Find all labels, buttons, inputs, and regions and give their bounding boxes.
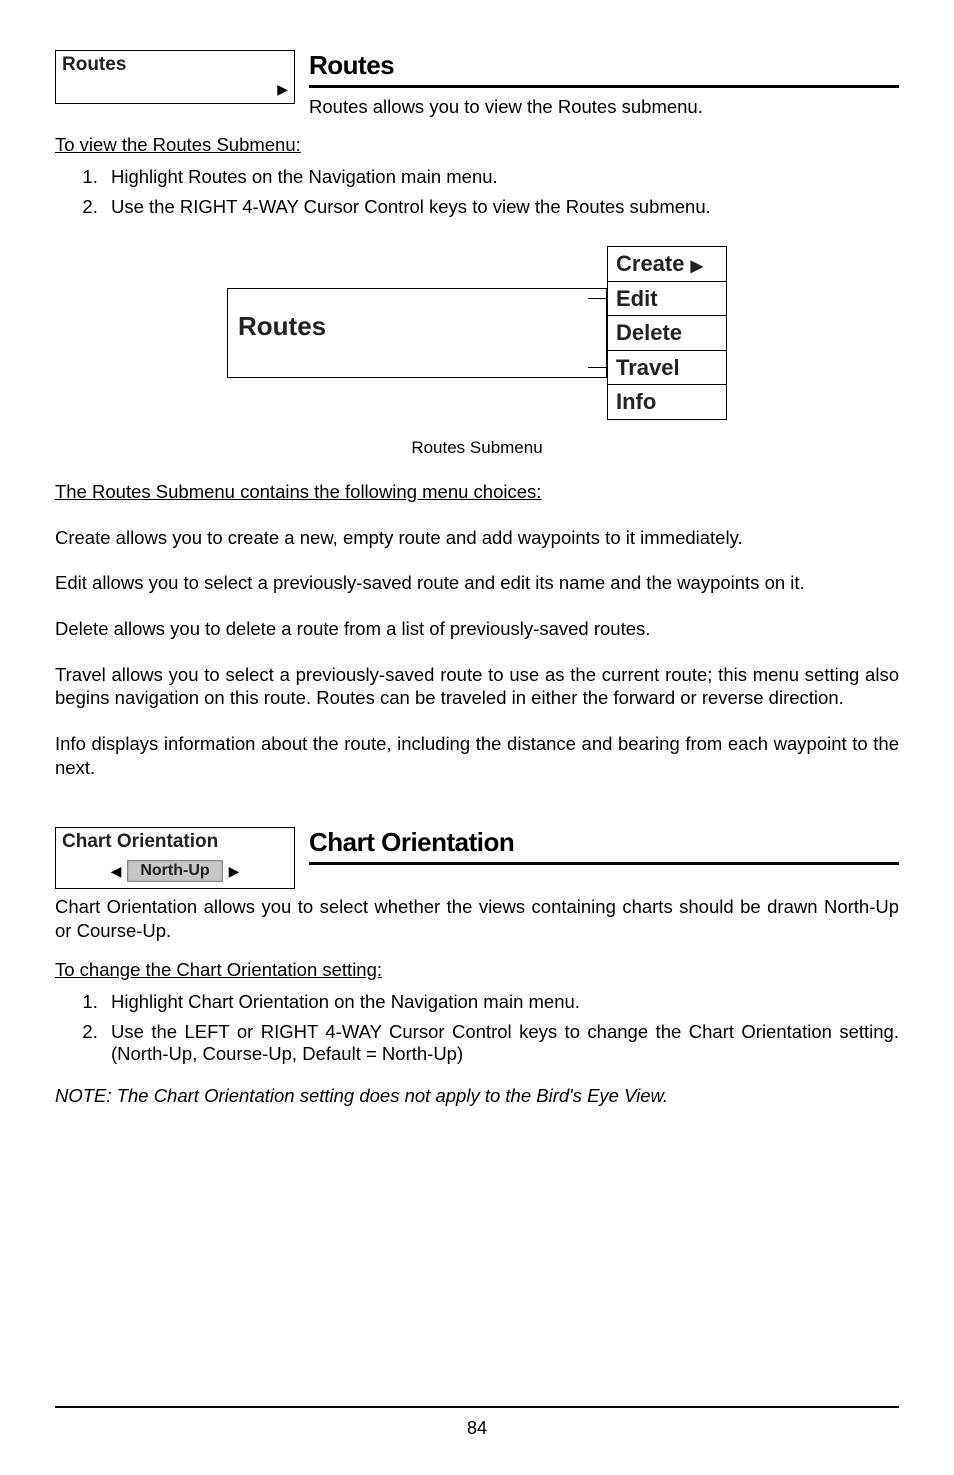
routes-delete-rest: allows you to delete a route from a list… (108, 618, 650, 639)
routes-intro: Routes allows you to view the Routes sub… (309, 96, 899, 118)
routes-title-block: Routes Routes allows you to view the Rou… (309, 50, 899, 118)
chevron-right-icon: ▶ (691, 258, 703, 275)
routes-edit-para: Edit allows you to select a previously-s… (55, 571, 899, 595)
chart-steps-heading: To change the Chart Orientation setting: (55, 959, 899, 981)
chart-note-bold: NOTE: (55, 1085, 112, 1106)
routes-step-1: Highlight Routes on the Navigation main … (103, 162, 899, 192)
routes-submenu-figure: Routes Create ▶ Edit Delete Travel Info (55, 246, 899, 420)
routes-create-rest: allows you to create a new, empty route … (111, 527, 743, 548)
chart-intro: Chart Orientation allows you to select w… (55, 895, 899, 942)
routes-info-rest: displays information about the route, in… (55, 733, 899, 778)
page-number: 84 (467, 1418, 487, 1438)
submenu-item-edit-label: Edit (616, 286, 658, 311)
routes-travel-rest: allows you to select a previously-saved … (55, 664, 899, 709)
routes-edit-bold: Edit (55, 572, 87, 593)
submenu-item-travel: Travel (607, 350, 727, 386)
chevron-right-icon: ▶ (229, 863, 240, 880)
routes-title: Routes (309, 50, 899, 88)
routes-big-box: Routes (227, 288, 607, 378)
chart-value-row: ◀ North-Up ▶ (56, 856, 294, 888)
chart-title-block: Chart Orientation (309, 827, 899, 873)
chart-menu-label: Chart Orientation (56, 828, 294, 856)
submenu-item-info: Info (607, 384, 727, 420)
routes-delete-para: Delete allows you to delete a route from… (55, 617, 899, 641)
submenu-item-edit: Edit (607, 281, 727, 317)
routes-menu-expand-arrow-row: ▶ (56, 79, 294, 103)
chart-steps: Highlight Chart Orientation on the Navig… (103, 987, 899, 1069)
routes-intro-bold: Routes (309, 96, 368, 117)
submenu-item-info-label: Info (616, 389, 656, 414)
chevron-right-icon: ▶ (277, 81, 288, 97)
chart-value: North-Up (127, 860, 222, 882)
routes-steps: Highlight Routes on the Navigation main … (103, 162, 899, 222)
submenu-item-delete-label: Delete (616, 320, 682, 345)
chart-note: NOTE: The Chart Orientation setting does… (55, 1085, 899, 1107)
routes-intro-rest: allows you to view the Routes submenu. (368, 96, 703, 117)
submenu-item-create: Create ▶ (607, 246, 727, 282)
chart-title: Chart Orientation (309, 827, 899, 865)
routes-create-bold: Create (55, 527, 111, 548)
routes-steps-heading: To view the Routes Submenu: (55, 134, 899, 156)
routes-menu-box: Routes ▶ (55, 50, 295, 104)
chevron-left-icon: ◀ (111, 863, 122, 880)
chart-header-row: Chart Orientation ◀ North-Up ▶ Chart Ori… (55, 827, 899, 889)
routes-edit-rest: allows you to select a previously-saved … (87, 572, 805, 593)
routes-create-para: Create allows you to create a new, empty… (55, 526, 899, 550)
routes-info-para: Info displays information about the rout… (55, 732, 899, 779)
routes-submenu-caption: Routes Submenu (55, 438, 899, 458)
submenu-item-travel-label: Travel (616, 355, 680, 380)
routes-choices-heading: The Routes Submenu contains the followin… (55, 480, 899, 504)
routes-menu-label: Routes (56, 51, 294, 79)
routes-step-2: Use the RIGHT 4-WAY Cursor Control keys … (103, 192, 899, 222)
chart-note-rest: The Chart Orientation setting does not a… (112, 1085, 668, 1106)
chart-menu-box: Chart Orientation ◀ North-Up ▶ (55, 827, 295, 889)
chart-intro-bold: Chart Orientation (55, 896, 197, 917)
routes-header-row: Routes ▶ Routes Routes allows you to vie… (55, 50, 899, 118)
submenu-item-delete: Delete (607, 315, 727, 351)
routes-submenu-wrap: Create ▶ Edit Delete Travel Info (607, 246, 727, 420)
routes-delete-bold: Delete (55, 618, 108, 639)
routes-travel-para: Travel allows you to select a previously… (55, 663, 899, 710)
chart-step-2: Use the LEFT or RIGHT 4-WAY Cursor Contr… (103, 1017, 899, 1069)
routes-info-bold: Info (55, 733, 86, 754)
routes-travel-bold: Travel (55, 664, 106, 685)
chart-step-1: Highlight Chart Orientation on the Navig… (103, 987, 899, 1017)
routes-submenu-column: Create ▶ Edit Delete Travel Info (607, 246, 727, 420)
submenu-item-create-label: Create (616, 251, 684, 276)
page-footer: 84 (55, 1406, 899, 1439)
